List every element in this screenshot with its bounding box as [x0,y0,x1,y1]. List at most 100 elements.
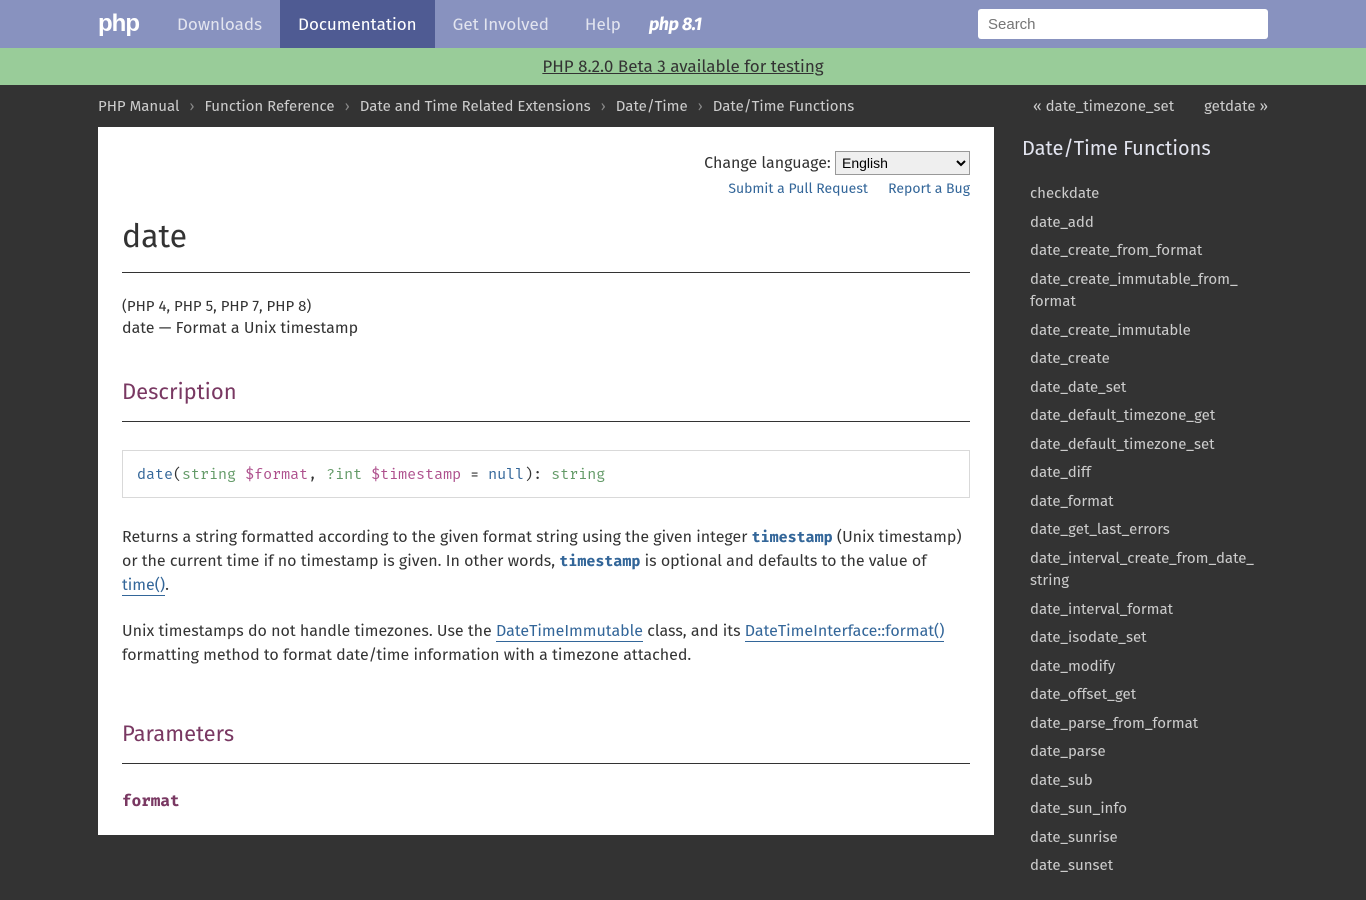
sidebar-link-date_sunset[interactable]: date_​sunset [1030,856,1113,874]
type: string [182,465,236,483]
sidebar-item: date_​create_​immutable [1018,316,1268,345]
sidebar-link-date_date_set[interactable]: date_​date_​set [1030,378,1126,396]
sidebar-item: date_​create_​immutable_​from_​format [1018,265,1268,316]
sidebar-link-date_modify[interactable]: date_​modify [1030,657,1115,675]
sidebar-link-date_diff[interactable]: date_​diff [1030,463,1091,481]
subheader: PHP Manual › Function Reference › Date and T… [0,85,1366,127]
breadcrumbs: PHP Manual › Function Reference › Date and T… [98,97,854,115]
sidebar-item: date_​add [1018,208,1268,237]
sidebar-link-date_sunrise[interactable]: date_​sunrise [1030,828,1118,846]
version-info: (PHP 4, PHP 5, PHP 7, PHP 8) [122,297,970,315]
breadcrumb-item[interactable]: PHP Manual [98,97,179,115]
breadcrumb-item[interactable]: Date and Time Related Extensions [360,97,591,115]
sidebar-item: date_​create [1018,344,1268,373]
return-type: string [551,465,605,483]
announcement-banner: PHP 8.2.0 Beta 3 available for testing [0,48,1366,85]
description-heading: Description [122,378,970,405]
sidebar-item: date_​parse_​from_​format [1018,709,1268,738]
submit-pr-link[interactable]: Submit a Pull Request [728,180,868,197]
sidebar-item: date_​sub [1018,766,1268,795]
description-paragraph-2: Unix timestamps do not handle timezones.… [122,620,970,668]
nav-documentation[interactable]: Documentation [280,0,435,48]
sidebar-item: date_​sun_​info [1018,794,1268,823]
sidebar-link-date_default_timezone_set[interactable]: date_​default_​timezone_​set [1030,435,1215,453]
page-title: date [122,218,970,256]
param-format: format [122,792,970,811]
nav-get-involved[interactable]: Get Involved [435,0,567,48]
sidebar: Date/Time Functions checkdate date_​addda… [1018,127,1268,900]
php-logo[interactable]: php [98,10,159,38]
prev-link[interactable]: « date_timezone_set [1033,97,1174,115]
sidebar-link-date_isodate_set[interactable]: date_​isodate_​set [1030,628,1147,646]
sidebar-item: date_​parse [1018,737,1268,766]
sidebar-item: date_​sunrise [1018,823,1268,852]
action-links: Submit a Pull Request Report a Bug [122,179,970,198]
sidebar-item: date_​get_​last_​errors [1018,515,1268,544]
breadcrumb-separator: › [601,97,606,115]
sidebar-item: date_​interval_​format [1018,595,1268,624]
var: $timestamp [371,465,461,483]
sidebar-title: Date/Time Functions [1018,137,1268,161]
language-select[interactable]: English [835,151,970,175]
sidebar-link-date_format[interactable]: date_​format [1030,492,1114,510]
breadcrumb-item[interactable]: Function Reference [204,97,334,115]
sidebar-link-date_parse[interactable]: date_​parse [1030,742,1106,760]
breadcrumb-separator: › [345,97,350,115]
sidebar-link-date_create[interactable]: date_​create [1030,349,1110,367]
datetimeimmutable-link[interactable]: DateTimeImmutable [496,622,643,642]
search-container [978,9,1268,39]
sidebar-link-date_sun_info[interactable]: date_​sun_​info [1030,799,1127,817]
sidebar-link-date_add[interactable]: date_​add [1030,213,1094,231]
sidebar-link-date_default_timezone_get[interactable]: date_​default_​timezone_​get [1030,406,1215,424]
sidebar-link-date_create_from_format[interactable]: date_​create_​from_​format [1030,241,1202,259]
banner-link[interactable]: PHP 8.2.0 Beta 3 available for testing [542,56,823,77]
next-link[interactable]: getdate » [1204,97,1268,115]
php81-badge[interactable]: php 8.1 [649,13,702,35]
sidebar-item: date_​offset_​get [1018,680,1268,709]
sidebar-link-date_get_last_errors[interactable]: date_​get_​last_​errors [1030,520,1170,538]
code-timestamp: timestamp [559,552,640,570]
layout: Change language: English Submit a Pull R… [98,127,1268,900]
sidebar-link-checkdate[interactable]: checkdate [1030,184,1099,202]
search-input[interactable] [978,9,1268,39]
sidebar-item: date_​format [1018,487,1268,516]
nav-links: DownloadsDocumentationGet InvolvedHelp [159,0,639,48]
ref-purpose: date — Format a Unix timestamp [122,319,970,338]
content: Change language: English Submit a Pull R… [98,127,994,835]
description-paragraph-1: Returns a string formatted according to … [122,526,970,598]
sidebar-link-date_parse_from_format[interactable]: date_​parse_​from_​format [1030,714,1198,732]
sidebar-item: date_​create_​from_​format [1018,236,1268,265]
type: ?int [326,465,362,483]
sidebar-item: date_​sunset [1018,851,1268,880]
time-link[interactable]: time() [122,576,165,596]
sidebar-link-date_interval_format[interactable]: date_​interval_​format [1030,600,1173,618]
sidebar-link-date_interval_create_from_date_string[interactable]: date_​interval_​create_​from_​date_​stri… [1030,549,1254,590]
sidebar-item: date_​modify [1018,652,1268,681]
parameters-heading: Parameters [122,720,970,747]
nav-help[interactable]: Help [567,0,639,48]
method-synopsis: date(string $format, ?int $timestamp = n… [122,450,970,498]
fn-name: date [137,465,173,483]
report-bug-link[interactable]: Report a Bug [888,180,970,197]
breadcrumb-item[interactable]: Date/Time Functions [713,97,855,115]
sidebar-item: date_​date_​set [1018,373,1268,402]
sidebar-item: date_​default_​timezone_​set [1018,430,1268,459]
format-link[interactable]: DateTimeInterface::format() [745,622,945,642]
sidebar-item: date_​interval_​create_​from_​date_​stri… [1018,544,1268,595]
breadcrumb-item[interactable]: Date/Time [616,97,688,115]
sidebar-link-date_offset_get[interactable]: date_​offset_​get [1030,685,1136,703]
page-nav: « date_timezone_set getdate » [1033,97,1268,115]
sidebar-link-date_create_immutable[interactable]: date_​create_​immutable [1030,321,1191,339]
default: null [488,465,524,483]
sidebar-item: date_​default_​timezone_​get [1018,401,1268,430]
var: $format [245,465,308,483]
divider [122,763,970,764]
divider [122,421,970,422]
sidebar-list: checkdate date_​add date_​create_​from_​fo… [1018,179,1268,880]
breadcrumb-separator: › [189,97,194,115]
divider [122,272,970,273]
nav-downloads[interactable]: Downloads [159,0,280,48]
sidebar-link-date_create_immutable_from_format[interactable]: date_​create_​immutable_​from_​format [1030,270,1238,311]
top-navigation: php DownloadsDocumentationGet InvolvedHe… [0,0,1366,48]
sidebar-link-date_sub[interactable]: date_​sub [1030,771,1093,789]
